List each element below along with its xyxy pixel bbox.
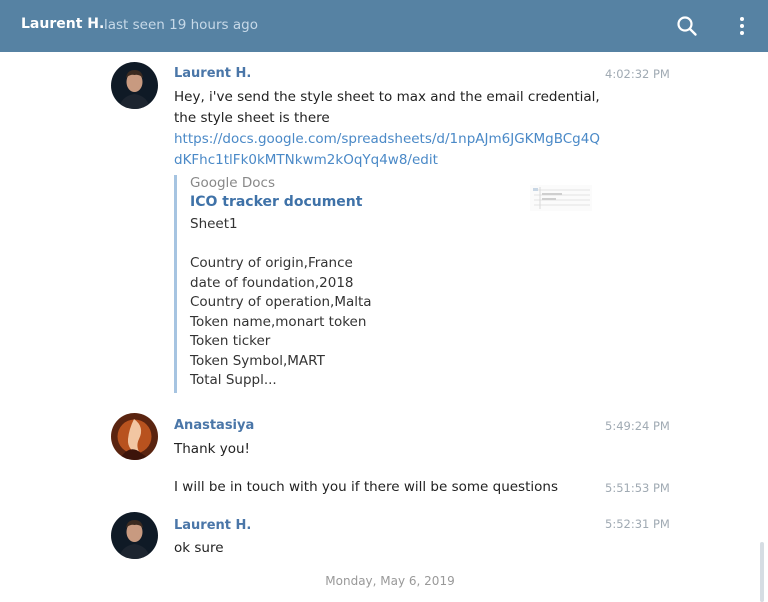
message-time: 4:02:32 PM [605,67,670,81]
scroll-thumb[interactable] [760,542,764,602]
contact-status: last seen 19 hours ago [104,17,258,33]
message-text: Hey, i've send the style sheet to max an… [174,87,604,171]
message-time: 5:52:31 PM [605,517,670,531]
message-text: I will be in touch with you if there wil… [174,479,558,495]
more-vertical-icon[interactable] [733,15,751,37]
message-link[interactable]: https://docs.google.com/spreadsheets/d/1… [174,131,600,168]
contact-name[interactable]: Laurent H. [21,16,104,32]
chat-header: Laurent H. last seen 19 hours ago [0,0,768,52]
message-time: 5:51:53 PM [605,481,670,495]
preview-site-name: Google Docs [190,175,276,191]
preview-thumbnail [530,185,592,211]
sender-name[interactable]: Anastasiya [174,418,254,433]
message-body: Hey, i've send the style sheet to max an… [174,89,600,126]
message-text: ok sure [174,540,224,556]
preview-title[interactable]: ICO tracker document [190,194,362,210]
sender-name[interactable]: Laurent H. [174,518,251,533]
avatar[interactable] [111,62,158,109]
sender-name[interactable]: Laurent H. [174,66,251,81]
message-text: Thank you! [174,441,250,457]
date-divider: Monday, May 6, 2019 [325,574,455,588]
avatar[interactable] [111,413,158,460]
preview-description: Sheet1 Country of origin,France date of … [190,216,372,388]
search-icon[interactable] [676,15,698,37]
link-preview[interactable]: Google Docs ICO tracker document Sheet1 … [174,175,597,393]
message-time: 5:49:24 PM [605,419,670,433]
avatar[interactable] [111,512,158,559]
scrollbar[interactable] [758,52,764,602]
